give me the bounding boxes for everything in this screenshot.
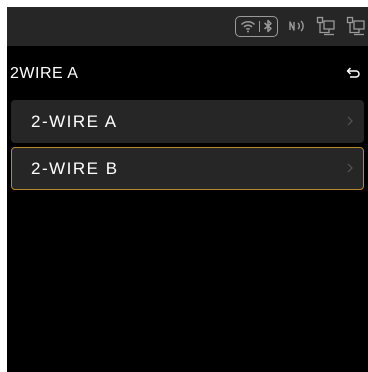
connectivity-separator xyxy=(259,20,260,32)
wifi-icon xyxy=(240,20,256,32)
connectivity-group xyxy=(235,15,278,37)
menu-item-2wire-a[interactable]: 2-WIRE A xyxy=(11,100,364,143)
menu-item-label: 2-WIRE A xyxy=(31,112,118,131)
menu-item-label: 2-WIRE B xyxy=(31,159,119,178)
menu-item-2wire-b[interactable]: 2-WIRE B xyxy=(11,147,364,190)
network-icon xyxy=(316,16,335,36)
network-icon xyxy=(346,16,365,36)
nfc-icon xyxy=(289,20,304,32)
status-bar xyxy=(7,7,368,46)
bluetooth-icon xyxy=(264,19,272,33)
status-icons xyxy=(235,14,366,38)
page-header: 2WIRE A xyxy=(7,63,368,89)
chevron-right-icon xyxy=(347,116,353,126)
page-title: 2WIRE A xyxy=(10,65,79,82)
device-screen: 2WIRE A 2-WIRE A 2-WIRE B xyxy=(7,7,368,372)
chevron-right-icon xyxy=(347,163,353,173)
back-icon[interactable] xyxy=(346,67,360,79)
